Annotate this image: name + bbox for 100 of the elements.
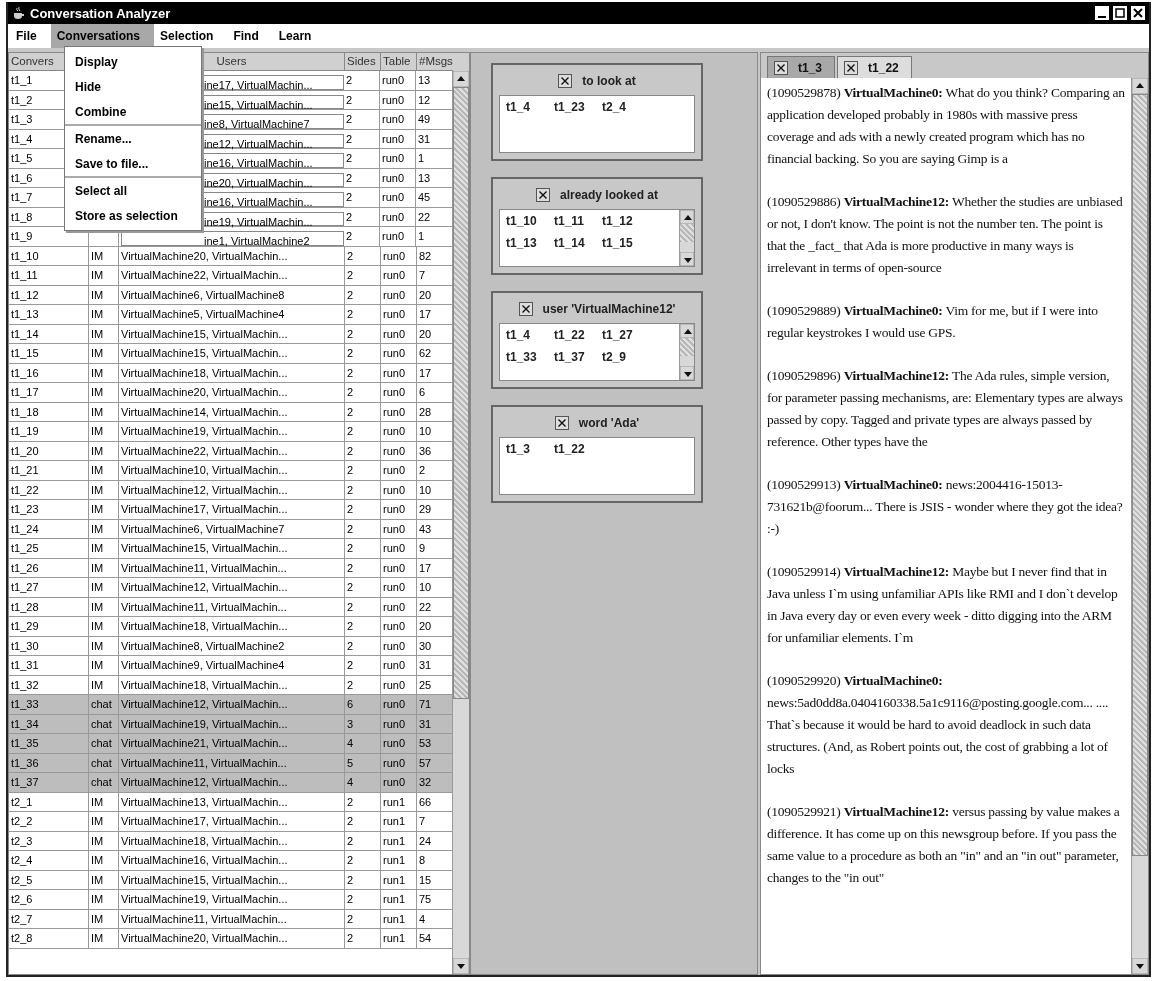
table-row[interactable]: t1_19 IM VirtualMachine19, VirtualMachin... 2 run0 10: [9, 422, 452, 442]
table-cell-text: run0: [383, 541, 406, 556]
table-row[interactable]: t1_23 IM VirtualMachine17, VirtualMachin... 2 run0 29: [9, 500, 452, 520]
menu-item[interactable]: File: [10, 24, 51, 48]
scroll-up-icon[interactable]: [453, 71, 469, 87]
close-button[interactable]: [535, 188, 550, 202]
table-row[interactable]: t2_1 IM VirtualMachine13, VirtualMachin... 2 run1 66: [9, 792, 452, 812]
table-row[interactable]: t2_2 IM VirtualMachine17, VirtualMachin... 2 run1 7: [9, 812, 452, 832]
table-cell-text: VirtualMachine22, VirtualMachin...: [121, 443, 288, 459]
close-button[interactable]: [844, 60, 859, 75]
table-row[interactable]: t1_24 IM VirtualMachine6, VirtualMachine7 2 run0 43: [9, 519, 452, 539]
table-row[interactable]: t1_14 IM VirtualMachine15, VirtualMachin... 2 run0 20: [9, 324, 452, 344]
table-row[interactable]: t2_8 IM VirtualMachine20, VirtualMachin... 2 run1 54: [9, 929, 452, 949]
scroll-up-icon[interactable]: [680, 210, 694, 224]
scrollbar[interactable]: [679, 210, 694, 266]
list-item[interactable]: t1_13: [506, 236, 554, 258]
table-row[interactable]: t1_29 IM VirtualMachine18, VirtualMachin... 2 run0 20: [9, 617, 452, 637]
tab-label[interactable]: t1_3: [798, 60, 823, 75]
close-button[interactable]: [558, 74, 573, 88]
scroll-thumb[interactable]: [1132, 94, 1148, 857]
list-item[interactable]: t1_11: [554, 214, 602, 236]
scroll-thumb[interactable]: [453, 87, 469, 699]
table-row[interactable]: t1_22 IM VirtualMachine12, VirtualMachin... 2 run0 10: [9, 480, 452, 500]
table-row[interactable]: t1_16 IM VirtualMachine18, VirtualMachin... 2 run0 17: [9, 363, 452, 383]
scroll-down-icon[interactable]: [453, 958, 469, 974]
column-header[interactable]: Table: [381, 53, 417, 71]
table-row[interactable]: t1_26 IM VirtualMachine11, VirtualMachin... 2 run0 17: [9, 558, 452, 578]
scrollbar[interactable]: [679, 324, 694, 380]
table-cell-text: 2: [347, 346, 354, 361]
table-row[interactable]: t1_27 IM VirtualMachine12, VirtualMachin... 2 run0 10: [9, 578, 452, 598]
scroll-thumb[interactable]: [680, 338, 694, 356]
table-cell-text: 2: [347, 599, 354, 615]
table-cell-text: 2: [347, 892, 354, 907]
table-cell-text: run0: [383, 248, 406, 264]
list-item[interactable]: t1_37: [554, 350, 602, 372]
menu-item[interactable]: Selection: [154, 24, 228, 48]
table-row[interactable]: t1_33 chat VirtualMachine12, VirtualMachin... 6 run0 71: [9, 695, 452, 715]
table-row[interactable]: t2_3 IM VirtualMachine18, VirtualMachin... 2 run1 24: [9, 831, 452, 851]
list-item[interactable]: t2_9: [602, 350, 650, 372]
scroll-up-icon[interactable]: [680, 324, 694, 338]
table-cell-text: t1_25: [11, 541, 39, 556]
column-header[interactable]: Sides: [345, 53, 381, 71]
scroll-down-icon[interactable]: [680, 252, 694, 266]
close-button[interactable]: [554, 416, 569, 430]
table-row[interactable]: t1_17 IM VirtualMachine20, VirtualMachin... 2 run0 6: [9, 383, 452, 403]
menu-item[interactable]: Conversations: [50, 24, 155, 48]
list-item[interactable]: t1_3: [506, 442, 554, 464]
list-item[interactable]: t1_27: [602, 328, 650, 350]
maximize-icon[interactable]: [1113, 6, 1127, 20]
table-row[interactable]: t1_12 IM VirtualMachine6, VirtualMachine8 2 run0 20: [9, 285, 452, 305]
scroll-down-icon[interactable]: [1132, 958, 1148, 974]
minimize-icon[interactable]: [1095, 6, 1109, 20]
scrollbar[interactable]: [452, 71, 469, 974]
list-item[interactable]: t1_12: [602, 214, 650, 236]
menu-item[interactable]: Learn: [272, 24, 326, 48]
table-row[interactable]: t1_25 IM VirtualMachine15, VirtualMachin... 2 run0 9: [9, 539, 452, 559]
menu-item[interactable]: Find: [227, 24, 273, 48]
table-row[interactable]: t1_11 IM VirtualMachine22, VirtualMachin... 2 run0 7: [9, 266, 452, 286]
table-row[interactable]: t2_4 IM VirtualMachine16, VirtualMachin... 2 run1 8: [9, 851, 452, 871]
list-item[interactable]: t1_15: [602, 236, 650, 258]
table-row[interactable]: t1_31 IM VirtualMachine9, VirtualMachine4 2 run0 31: [9, 656, 452, 676]
list-item[interactable]: t1_33: [506, 350, 554, 372]
scroll-up-icon[interactable]: [1132, 78, 1148, 94]
table-row[interactable]: t1_20 IM VirtualMachine22, VirtualMachin... 2 run0 36: [9, 441, 452, 461]
list-item[interactable]: t1_22: [554, 442, 602, 464]
table-row[interactable]: t1_10 IM VirtualMachine20, VirtualMachin... 2 run0 82: [9, 246, 452, 266]
list-item[interactable]: t1_22: [554, 328, 602, 350]
table-cell-text: t1_21: [11, 463, 39, 478]
close-button[interactable]: [774, 60, 788, 75]
close-icon[interactable]: [1131, 6, 1145, 20]
table-row[interactable]: t1_35 chat VirtualMachine21, VirtualMachin... 4 run0 53: [9, 734, 452, 754]
tab-label[interactable]: t1_22: [868, 60, 899, 75]
table-cell-text: 12: [418, 92, 431, 108]
list-item[interactable]: t1_4: [506, 100, 554, 122]
table-row[interactable]: t2_7 IM VirtualMachine11, VirtualMachin... 2 run1 4: [9, 909, 452, 929]
table-row[interactable]: t1_21 IM VirtualMachine10, VirtualMachin... 2 run0 2: [9, 461, 452, 481]
scroll-thumb[interactable]: [680, 224, 694, 242]
table-row[interactable]: t1_13 IM VirtualMachine5, VirtualMachine4 2 run0 17: [9, 305, 452, 325]
table-row[interactable]: t1_34 chat VirtualMachine19, VirtualMachin... 3 run0 31: [9, 714, 452, 734]
table-row[interactable]: t1_36 chat VirtualMachine11, VirtualMachin... 5 run0 57: [9, 753, 452, 773]
table-cell-text: t1_4: [11, 131, 33, 147]
table-cell-text: t1_1: [11, 73, 33, 88]
list-item[interactable]: t1_4: [506, 328, 554, 350]
list-item[interactable]: t1_14: [554, 236, 602, 258]
table-row[interactable]: t1_37 chat VirtualMachine12, VirtualMachin... 4 run0 32: [9, 773, 452, 793]
scrollbar[interactable]: [1131, 78, 1148, 974]
table-row[interactable]: t1_18 IM VirtualMachine14, VirtualMachin... 2 run0 28: [9, 402, 452, 422]
tab[interactable]: t1_3: [767, 56, 836, 78]
tab[interactable]: t1_22: [837, 56, 912, 78]
table-cell-text: 8: [419, 853, 426, 868]
list-item[interactable]: t2_4: [602, 100, 650, 122]
table-row[interactable]: t2_5 IM VirtualMachine15, VirtualMachin... 2 run1 15: [9, 870, 452, 890]
scroll-down-icon[interactable]: [680, 366, 694, 380]
table-row[interactable]: t2_6 IM VirtualMachine19, VirtualMachin... 2 run1 75: [9, 890, 452, 910]
list-item[interactable]: t1_23: [554, 100, 602, 122]
table-row[interactable]: t1_30 IM VirtualMachine8, VirtualMachine2 2 run0 30: [9, 636, 452, 656]
list-item[interactable]: t1_10: [506, 214, 554, 236]
close-button[interactable]: [518, 302, 533, 316]
table-row[interactable]: t1_15 IM VirtualMachine15, VirtualMachin... 2 run0 62: [9, 344, 452, 364]
table-row[interactable]: t1_28 IM VirtualMachine11, VirtualMachin... 2 run0 22: [9, 597, 452, 617]
